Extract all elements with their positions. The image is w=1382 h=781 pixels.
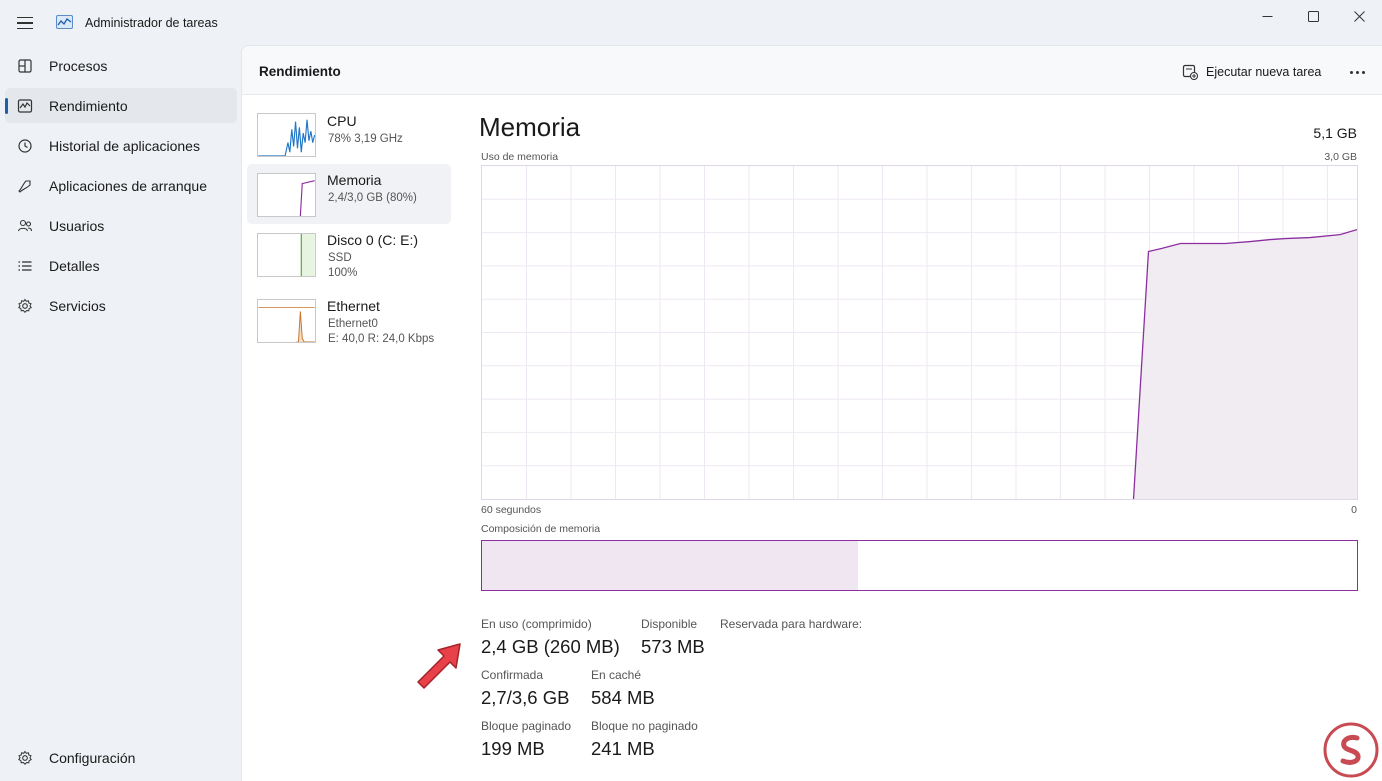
device-detail: Ethernet0 <box>328 318 378 330</box>
available-value: 573 MB <box>641 636 705 657</box>
sidebar-item-label: Detalles <box>49 258 100 274</box>
reserved-label: Reservada para hardware: <box>720 617 863 631</box>
window-title: Administrador de tareas <box>85 16 218 30</box>
detail-title: Memoria <box>479 112 581 142</box>
sidebar-item-settings[interactable]: Configuración <box>5 740 237 775</box>
sidebar-item-label: Usuarios <box>49 218 105 234</box>
content-header: Rendimiento Ejecutar nueva tarea <box>242 46 1382 95</box>
startup-icon <box>18 180 31 193</box>
in-use-value: 2,4 GB (260 MB) <box>481 636 620 657</box>
device-item-cpu[interactable]: CPU 78% 3,19 GHz <box>247 105 451 165</box>
close-button[interactable] <box>1336 0 1382 32</box>
sidebar-item-label: Servicios <box>49 298 106 314</box>
run-new-task-button[interactable]: Ejecutar nueva tarea <box>1182 62 1321 82</box>
paged-pool-label: Bloque paginado <box>481 719 572 733</box>
device-item-ethernet[interactable]: Ethernet Ethernet0 E: 40,0 R: 24,0 Kbps <box>247 290 451 350</box>
usage-label: Uso de memoria <box>481 151 559 163</box>
close-icon <box>1353 10 1365 22</box>
minimize-icon <box>1262 15 1272 17</box>
cpu-mini-graph <box>257 113 316 157</box>
sidebar-item-users[interactable]: Usuarios <box>5 208 237 243</box>
new-task-icon <box>1182 64 1198 80</box>
more-options-button[interactable] <box>1342 60 1372 84</box>
ethernet-mini-graph <box>257 299 316 343</box>
processes-icon <box>18 59 32 73</box>
cached-value: 584 MB <box>591 687 655 708</box>
title-bar: Administrador de tareas <box>0 0 1382 46</box>
device-item-disk[interactable]: Disco 0 (C: E:) SSD 100% <box>247 224 451 284</box>
device-name: Disco 0 (C: E:) <box>327 232 419 248</box>
sidebar-item-label: Rendimiento <box>49 98 128 114</box>
committed-value: 2,7/3,6 GB <box>481 687 570 708</box>
sidebar-item-startup-apps[interactable]: Aplicaciones de arranque <box>5 168 237 203</box>
nonpaged-pool-label: Bloque no paginado <box>591 719 698 733</box>
time-axis-right: 0 <box>1351 504 1357 516</box>
page-title: Rendimiento <box>259 64 341 79</box>
usage-max: 3,0 GB <box>1324 151 1357 163</box>
sidebar-item-services[interactable]: Servicios <box>5 288 237 323</box>
device-detail: E: 40,0 R: 24,0 Kbps <box>328 333 435 345</box>
composition-label: Composición de memoria <box>481 523 601 535</box>
sidebar-item-performance[interactable]: Rendimiento <box>5 88 237 123</box>
device-detail: 2,4/3,0 GB (80%) <box>328 192 417 204</box>
history-icon <box>18 139 32 153</box>
disk-mini-graph <box>257 233 316 277</box>
maximize-icon <box>1307 10 1319 22</box>
run-new-task-label: Ejecutar nueva tarea <box>1206 65 1322 79</box>
services-icon <box>18 298 32 314</box>
sidebar: Procesos Rendimiento Historial de aplica… <box>0 46 241 781</box>
logo-watermark-icon <box>1323 722 1379 778</box>
maximize-button[interactable] <box>1290 0 1336 32</box>
sidebar-item-label: Historial de aplicaciones <box>49 138 200 154</box>
sidebar-item-app-history[interactable]: Historial de aplicaciones <box>5 128 237 163</box>
users-icon <box>17 219 33 232</box>
sidebar-item-label: Configuración <box>49 750 136 766</box>
device-detail: SSD <box>328 252 352 264</box>
memory-composition-bar <box>481 540 1358 591</box>
device-item-memory[interactable]: Memoria 2,4/3,0 GB (80%) <box>247 164 451 224</box>
device-name: Memoria <box>327 172 382 188</box>
sidebar-item-label: Procesos <box>49 58 108 74</box>
nonpaged-pool-value: 241 MB <box>591 738 655 759</box>
in-use-label: En uso (comprimido) <box>481 617 592 631</box>
composition-in-use <box>482 541 859 590</box>
red-arrow-icon <box>417 643 461 689</box>
sidebar-item-details[interactable]: Detalles <box>5 248 237 283</box>
task-manager-app-icon <box>56 15 73 29</box>
device-name: CPU <box>327 113 357 129</box>
device-name: Ethernet <box>327 298 380 314</box>
time-axis-left: 60 segundos <box>481 504 542 516</box>
device-detail: 78% 3,19 GHz <box>328 133 403 145</box>
cached-label: En caché <box>591 668 642 682</box>
sidebar-item-processes[interactable]: Procesos <box>5 48 237 83</box>
details-icon <box>18 261 32 271</box>
available-label: Disponible <box>641 617 698 631</box>
memory-usage-graph <box>481 165 1358 500</box>
performance-icon <box>17 99 33 113</box>
device-detail: 100% <box>328 267 358 279</box>
minimize-button[interactable] <box>1244 0 1290 32</box>
gear-icon <box>18 750 32 766</box>
memory-mini-graph <box>257 173 316 217</box>
committed-label: Confirmada <box>481 668 544 682</box>
memory-total: 5,1 GB <box>1313 125 1357 141</box>
paged-pool-value: 199 MB <box>481 738 545 759</box>
menu-icon[interactable] <box>14 12 36 34</box>
sidebar-item-label: Aplicaciones de arranque <box>49 178 207 194</box>
